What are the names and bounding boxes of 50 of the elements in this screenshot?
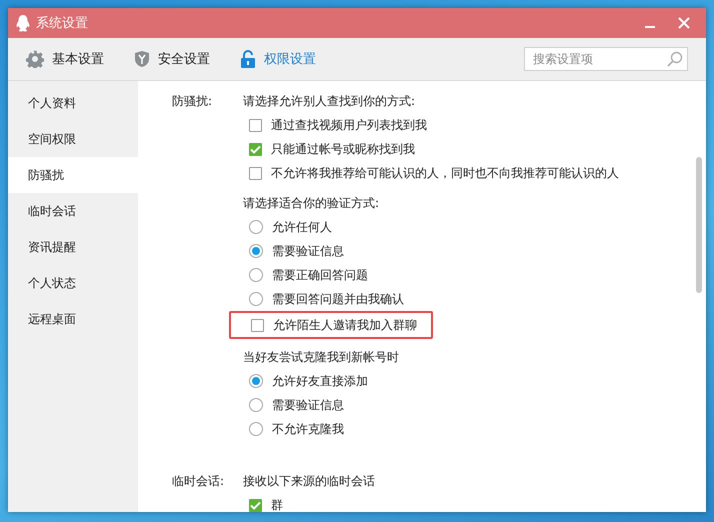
radio-button[interactable]: [249, 244, 263, 258]
settings-tab[interactable]: 基本设置: [26, 46, 104, 72]
scrollbar-thumb[interactable]: [696, 157, 702, 293]
sidebar-item[interactable]: 资讯提醒: [8, 229, 138, 265]
penguin-icon: [16, 14, 30, 32]
shield-icon: [134, 50, 150, 68]
checkbox[interactable]: [249, 498, 262, 512]
option-label: 允许任何人: [272, 218, 332, 236]
group-heading: 请选择适合你的验证方式:: [243, 195, 380, 212]
option-label: 不允许克隆我: [272, 420, 344, 438]
sidebar-item[interactable]: 个人资料: [8, 85, 138, 121]
section-label: 临时会话:: [172, 473, 226, 490]
minimize-icon: [645, 26, 655, 28]
sidebar-item[interactable]: 空间权限: [8, 121, 138, 157]
sidebar-item[interactable]: 远程桌面: [8, 301, 138, 337]
radio-button[interactable]: [249, 374, 263, 388]
sidebar-item[interactable]: 防骚扰: [8, 157, 138, 193]
option-label: 需要验证信息: [272, 242, 344, 260]
radio-button[interactable]: [249, 292, 263, 306]
settings-tab[interactable]: 权限设置: [240, 46, 316, 72]
option-label: 允许好友直接添加: [272, 372, 368, 390]
checkbox[interactable]: [249, 118, 262, 132]
option-label: 不允许将我推荐给可能认识的人，同时也不向我推荐可能认识的人: [271, 164, 619, 182]
radio-button[interactable]: [249, 220, 263, 234]
close-icon: [678, 17, 690, 29]
radio-button[interactable]: [249, 398, 263, 412]
radio-button[interactable]: [249, 422, 263, 436]
checkbox[interactable]: [251, 318, 264, 332]
checkbox[interactable]: [249, 142, 262, 156]
search-field[interactable]: 搜索设置项: [524, 47, 688, 71]
section-label: 防骚扰:: [172, 93, 214, 110]
gear-icon: [26, 50, 44, 68]
group-heading: 请选择允许别人查找到你的方式:: [243, 93, 416, 110]
option-label: 允许陌生人邀请我加入群聊: [273, 316, 417, 334]
search-icon: [667, 51, 683, 67]
option-label: 需要验证信息: [272, 396, 344, 414]
option-label: 需要正确回答问题: [272, 266, 368, 284]
window-title: 系统设置: [36, 15, 89, 32]
option-label: 需要回答问题并由我确认: [272, 290, 404, 308]
group-heading: 接收以下来源的临时会话: [243, 473, 375, 490]
group-heading: 当好友尝试克隆我到新帐号时: [243, 349, 400, 366]
lock-icon: [240, 50, 256, 68]
settings-tab[interactable]: 安全设置: [134, 46, 210, 72]
option-label: 只能通过帐号或昵称找到我: [271, 140, 415, 158]
radio-button[interactable]: [249, 268, 263, 282]
option-label: 群: [271, 496, 283, 512]
option-label: 通过查找视频用户列表找到我: [271, 116, 427, 134]
sidebar-item[interactable]: 个人状态: [8, 265, 138, 301]
checkbox[interactable]: [249, 166, 262, 180]
sidebar-item[interactable]: 临时会话: [8, 193, 138, 229]
